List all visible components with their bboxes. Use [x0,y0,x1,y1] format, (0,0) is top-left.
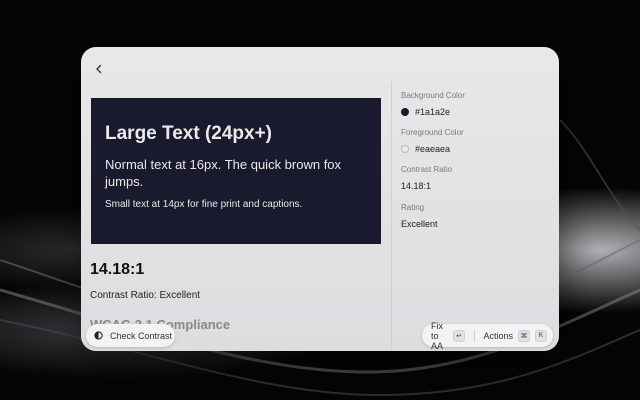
foreground-color-label: Foreground Color [401,128,464,137]
foreground-swatch-icon [401,145,409,153]
background-swatch-icon [401,108,409,116]
rating-label: Rating [401,203,425,212]
results-pane: Large Text (24px+) Normal text at 16px. … [81,47,391,351]
fix-to-aa-button[interactable]: Fix to AA [431,321,448,351]
action-bar: Fix to AA ↵ Actions ⌘ K [422,321,553,351]
rating-value: Excellent [401,219,438,229]
details-pane: Background Color #1a1a2e Foreground Colo… [401,91,551,241]
pane-divider [391,81,392,351]
command-key-icon: ⌘ [518,329,530,342]
contrast-ratio-label: Contrast Ratio [401,165,453,174]
small-text-sample: Small text at 14px for fine print and ca… [105,199,303,210]
contrast-ratio-value: 14.18:1 [90,261,145,278]
normal-text-sample: Normal text at 16px. The quick brown fox… [105,157,342,189]
background-color-value: #1a1a2e [415,107,451,117]
contrast-ratio-detail: 14.18:1 [401,181,432,191]
foreground-color-row: #eaeaea [401,143,551,155]
enter-key-icon: ↵ [453,329,466,342]
foreground-color-value: #eaeaea [415,144,451,154]
contrast-summary: Contrast Ratio: Excellent [90,290,201,301]
contrast-checker-window: Large Text (24px+) Normal text at 16px. … [81,47,559,351]
check-contrast-label: Check Contrast [110,330,173,341]
contrast-icon [94,331,103,340]
contrast-preview: Large Text (24px+) Normal text at 16px. … [91,98,381,244]
actions-button[interactable]: Actions [483,331,513,341]
background-color-row: #1a1a2e [401,106,551,118]
k-key-icon: K [535,329,547,342]
background-color-label: Background Color [401,91,466,100]
large-text-sample: Large Text (24px+) [105,123,273,144]
check-contrast-button[interactable]: Check Contrast [86,324,175,347]
